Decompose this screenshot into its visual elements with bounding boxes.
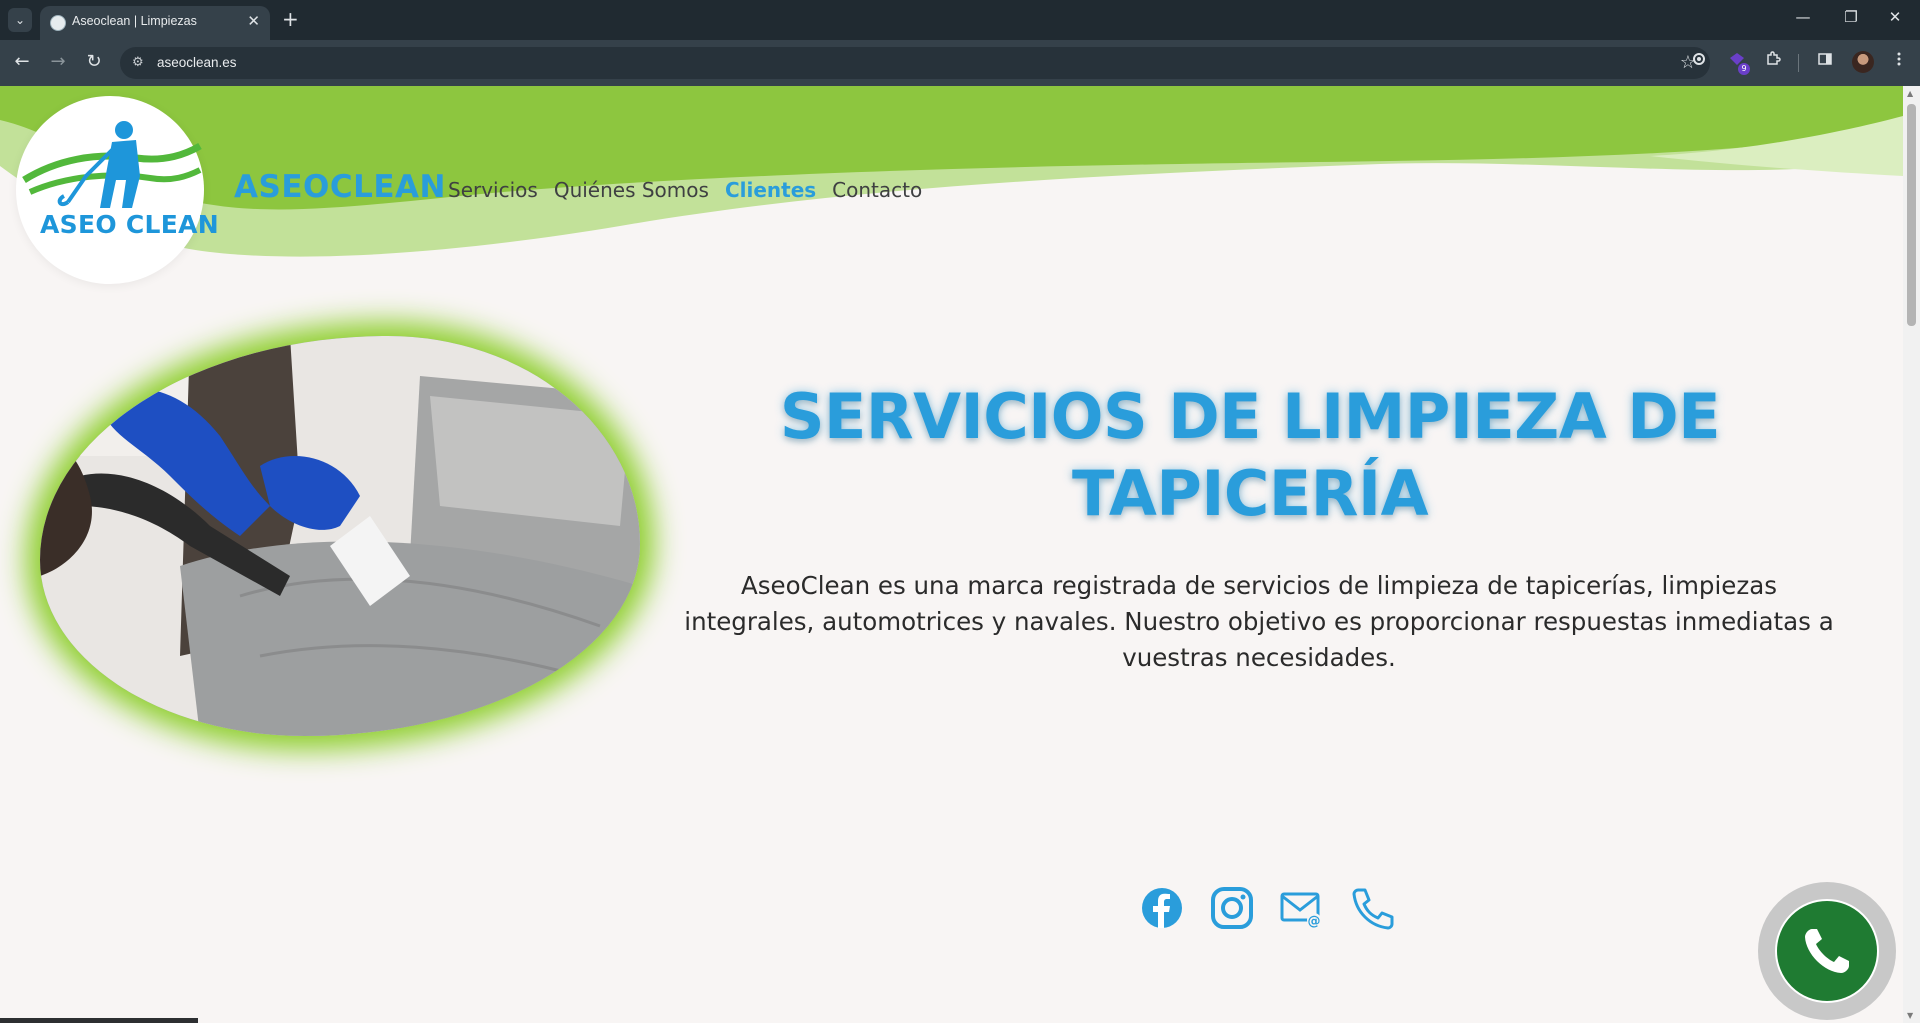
- forward-button[interactable]: →: [46, 51, 70, 72]
- scroll-down-icon[interactable]: ▼: [1907, 1011, 1913, 1020]
- nav-contacto[interactable]: Contacto: [832, 178, 922, 202]
- extension-shield-icon[interactable]: 9: [1726, 51, 1750, 75]
- hero-title-line1: SERVICIOS DE LIMPIEZA DE: [779, 380, 1721, 453]
- tab-close-icon[interactable]: ✕: [247, 12, 260, 30]
- hero-title-line2: TAPICERÍA: [1071, 457, 1429, 530]
- hero-title: SERVICIOS DE LIMPIEZA DE TAPICERÍA: [690, 378, 1810, 532]
- upholstery-cleaning-photo: [40, 336, 640, 736]
- nav-clientes[interactable]: Clientes: [725, 178, 816, 202]
- extension-gear-icon[interactable]: [1688, 51, 1710, 72]
- back-button[interactable]: ←: [10, 51, 34, 72]
- whatsapp-button[interactable]: [1758, 882, 1896, 1020]
- new-tab-button[interactable]: +: [282, 8, 299, 30]
- site-favicon-icon: [50, 15, 66, 31]
- email-icon[interactable]: @: [1280, 886, 1324, 930]
- extensions-puzzle-icon[interactable]: [1762, 51, 1784, 72]
- url-text[interactable]: aseoclean.es: [157, 55, 237, 70]
- scrollbar-thumb[interactable]: [1907, 104, 1916, 326]
- hero-image: [40, 336, 640, 736]
- svg-text:@: @: [1308, 914, 1321, 929]
- logo[interactable]: ASEO CLEAN: [16, 96, 219, 284]
- reload-button[interactable]: ↻: [82, 51, 106, 72]
- address-bar[interactable]: ⚙ aseoclean.es ☆: [120, 47, 1710, 79]
- main-nav: Servicios Quiénes Somos Clientes Contact…: [448, 178, 922, 202]
- whatsapp-phone-icon: [1805, 929, 1849, 973]
- status-bar: [0, 1018, 198, 1023]
- tab-search-icon[interactable]: ⌄: [8, 8, 32, 32]
- side-panel-icon[interactable]: [1814, 51, 1836, 72]
- browser-menu-icon[interactable]: [1888, 51, 1910, 72]
- phone-icon[interactable]: [1350, 886, 1394, 930]
- brand-name[interactable]: ASEOCLEAN: [234, 169, 446, 205]
- site-info-icon[interactable]: ⚙: [132, 55, 144, 70]
- extension-badge: 9: [1738, 63, 1750, 75]
- web-page: ASEO CLEAN ASEOCLEAN Servicios Quiénes S…: [0, 86, 1903, 1023]
- page-scrollbar[interactable]: ▲ ▼: [1903, 86, 1920, 1023]
- browser-tab[interactable]: Aseoclean | Limpiezas ✕: [40, 6, 270, 40]
- profile-avatar[interactable]: [1852, 51, 1874, 73]
- logo-text: ASEO CLEAN: [40, 210, 220, 239]
- browser-tab-strip: ⌄ Aseoclean | Limpiezas ✕ + — ❐ ✕: [0, 0, 1920, 40]
- close-window-button[interactable]: ✕: [1880, 8, 1910, 26]
- nav-servicios[interactable]: Servicios: [448, 178, 538, 202]
- minimize-button[interactable]: —: [1788, 8, 1818, 26]
- scroll-up-icon[interactable]: ▲: [1907, 89, 1913, 98]
- header-wave-decoration: [0, 86, 1903, 257]
- logo-cleaner-icon: [22, 121, 202, 208]
- toolbar-divider: [1798, 54, 1799, 72]
- nav-quienes-somos[interactable]: Quiénes Somos: [554, 178, 709, 202]
- browser-toolbar: ← → ↻ ⚙ aseoclean.es ☆ 9: [0, 40, 1920, 86]
- whatsapp-circle[interactable]: [1775, 899, 1879, 1003]
- facebook-icon[interactable]: [1140, 886, 1184, 930]
- hero-description: AseoClean es una marca registrada de ser…: [684, 571, 1834, 672]
- instagram-icon[interactable]: [1210, 886, 1254, 930]
- tab-title: Aseoclean | Limpiezas: [72, 14, 197, 28]
- restore-button[interactable]: ❐: [1836, 8, 1866, 26]
